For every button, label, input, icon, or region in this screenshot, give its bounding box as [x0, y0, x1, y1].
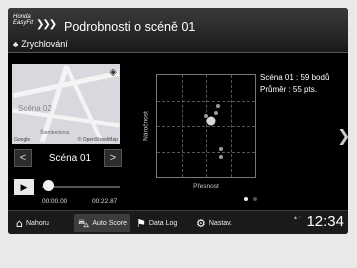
acceleration-icon: ♣: [13, 39, 19, 49]
prev-scene-button[interactable]: <: [14, 149, 32, 167]
y-axis-label: Náročnost: [142, 111, 150, 141]
map-street-label: Štemberkova: [40, 130, 70, 136]
map-attribution: © OpenStreetMap: [77, 137, 118, 143]
clock: 12:34: [306, 213, 344, 230]
time-end: 00:22.87: [92, 198, 118, 205]
chart-point: [213, 111, 218, 116]
gear-icon: ⚙: [196, 216, 206, 230]
next-scene-button[interactable]: >: [104, 149, 122, 167]
grid-line: [157, 100, 255, 102]
tab-data-log[interactable]: ⚑ Data Log: [136, 214, 192, 232]
chart-point: [216, 103, 221, 108]
header-divider: [8, 52, 348, 53]
home-icon: ⌂: [16, 216, 23, 230]
scene-label: Scéna 01: [48, 152, 92, 164]
breadcrumb-chevrons-icon[interactable]: ❯❯❯: [36, 19, 57, 30]
chart-point-current: [206, 116, 216, 126]
chart-point: [218, 146, 223, 151]
tab-auto-score-label: Auto Score: [92, 219, 127, 227]
map-google-label: Google: [14, 137, 31, 143]
grid-line: [157, 151, 255, 153]
playback-track[interactable]: [42, 186, 120, 188]
chart-point: [204, 113, 208, 118]
map-scene-label: Scéna 02: [18, 104, 52, 113]
tab-auto-score[interactable]: ⛍ Auto Score: [74, 214, 130, 232]
flag-icon: ⚑: [136, 216, 146, 230]
map-layers-icon[interactable]: ◈: [109, 67, 117, 78]
chart-point: [218, 154, 223, 159]
page-dot[interactable]: [244, 197, 248, 201]
playback-slider-thumb[interactable]: [42, 180, 54, 191]
app-logo: Honda EasyFit: [13, 14, 33, 26]
page-dot[interactable]: [253, 197, 257, 201]
section-header: ♣ Zrychlování: [13, 38, 68, 50]
x-axis-label: Přesnost: [193, 183, 219, 190]
tab-settings-label: Nastav.: [208, 219, 233, 227]
time-start: 00:00.00: [42, 198, 68, 205]
device-screen: Honda EasyFit ❯❯❯ Podrobnosti o scéně 01…: [8, 8, 348, 234]
section-label: Zrychlování: [21, 39, 68, 49]
play-button[interactable]: ▶: [14, 179, 34, 195]
page-title: Podrobnosti o scéně 01: [64, 20, 196, 34]
signal-icon: ▴ ◦: [294, 215, 301, 221]
logo-product: EasyFit: [13, 20, 34, 26]
next-page-chevron-icon[interactable]: ❯: [337, 126, 348, 145]
tab-home-label: Nahoru: [25, 219, 49, 227]
header-bar: Honda EasyFit ❯❯❯ Podrobnosti o scéně 01…: [8, 8, 348, 52]
tab-data-log-label: Data Log: [148, 219, 178, 227]
scene-score: Scéna 01 : 59 bodů: [260, 73, 330, 82]
page-indicator: [244, 197, 257, 201]
score-scatter-plot: [156, 74, 256, 178]
average-score: Průměr : 55 pts.: [260, 85, 317, 94]
grid-line: [157, 126, 255, 127]
tab-settings[interactable]: ⚙ Nastav.: [196, 214, 252, 232]
tab-home[interactable]: ⌂ Nahoru: [16, 214, 72, 232]
bottom-tab-bar: ⌂ Nahoru ⛍ Auto Score ⚑ Data Log ⚙ Nasta…: [8, 210, 348, 234]
route-map[interactable]: Scéna 02 Štemberkova ◈ Google © OpenStre…: [12, 64, 120, 144]
car-icon: ⛍: [78, 216, 90, 230]
